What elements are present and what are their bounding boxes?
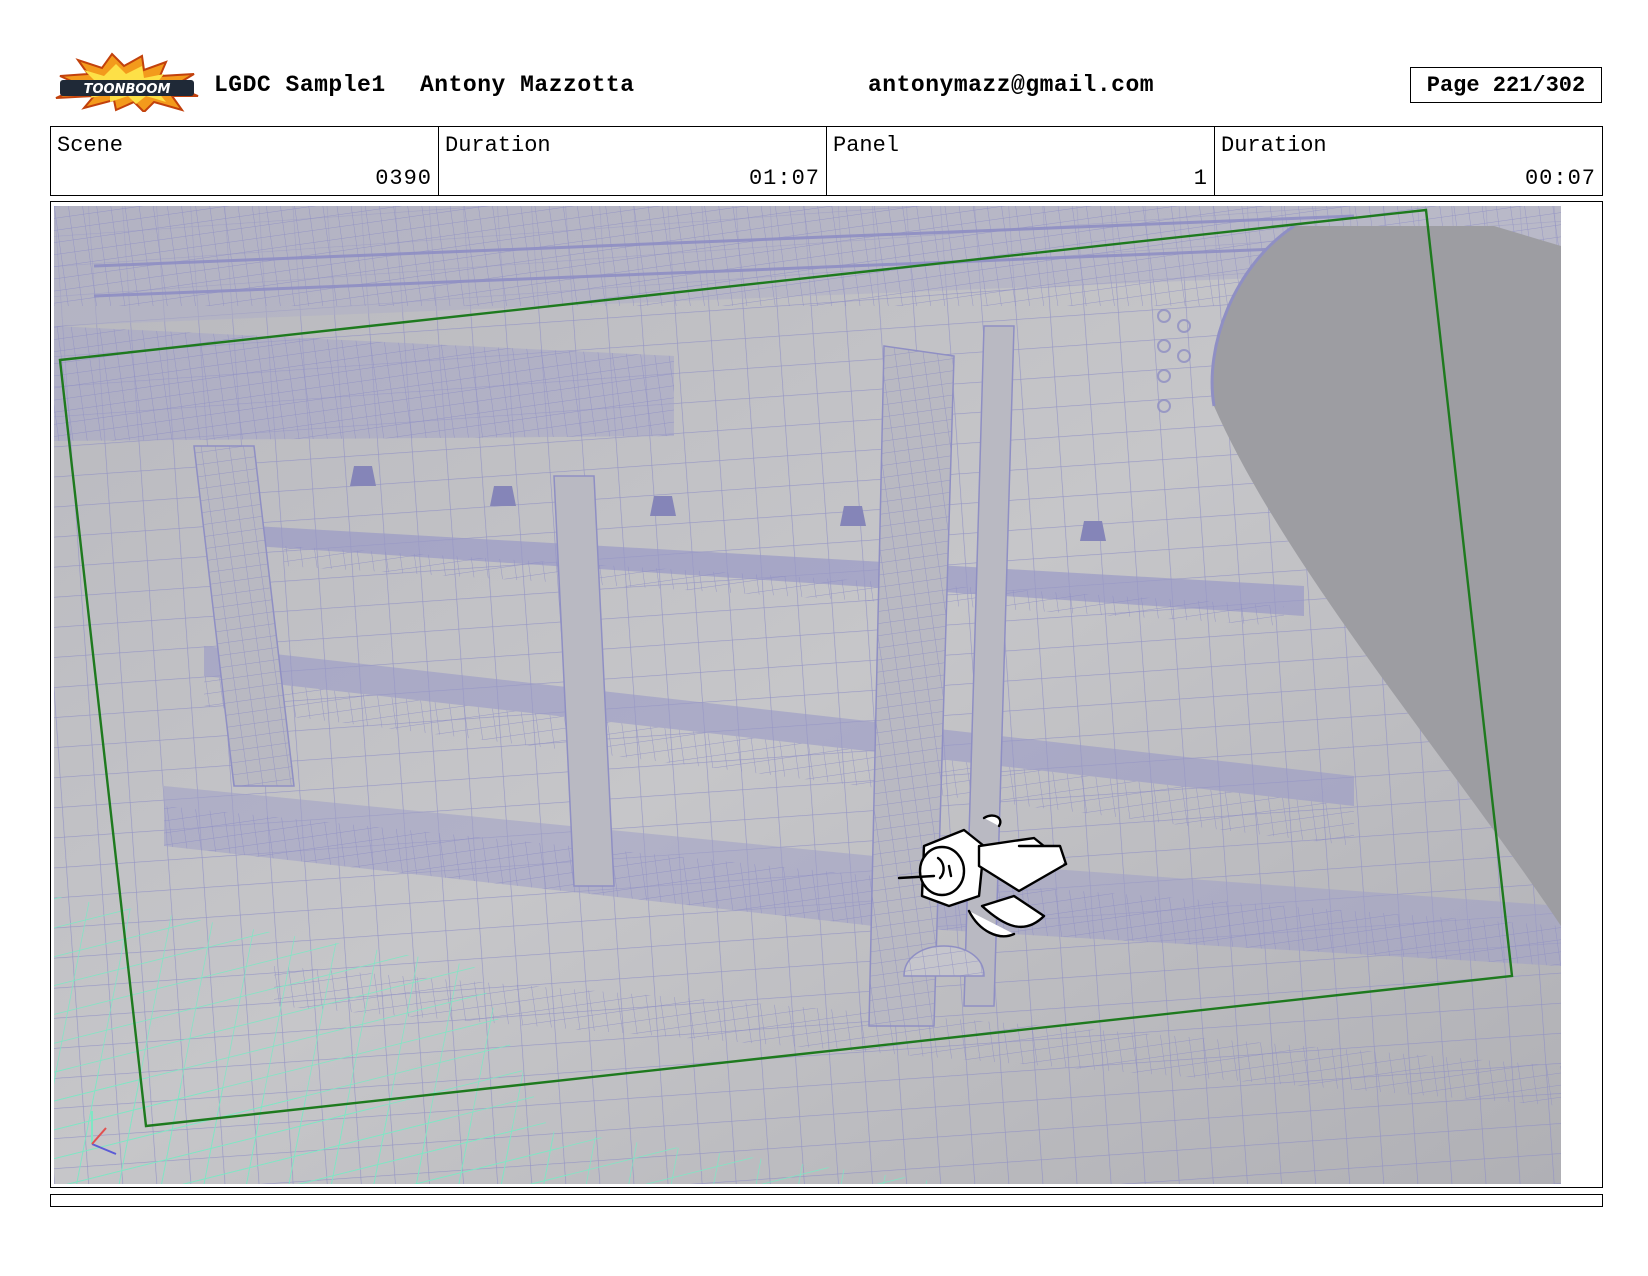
author-email: antonymazz@gmail.com: [868, 72, 1155, 98]
page-number: Page 221/302: [1410, 67, 1602, 103]
panel-label: Panel: [833, 133, 900, 158]
panel-duration-label: Duration: [1221, 133, 1327, 158]
panel-duration-value: 00:07: [1524, 166, 1596, 191]
project-name: LGDC Sample1: [214, 72, 386, 98]
scene-duration-cell: Duration 01:07: [438, 127, 826, 195]
panel-value: 1: [1193, 166, 1208, 191]
scene-label: Scene: [57, 133, 124, 158]
storyboard-panel-image: [54, 206, 1561, 1184]
scene-value: 0390: [375, 166, 432, 191]
scene-info-table: Scene 0390 Duration 01:07 Panel 1 Durati…: [50, 126, 1603, 196]
panel-caption-strip: [50, 1194, 1603, 1207]
scene-duration-value: 01:07: [748, 166, 820, 191]
panel-cell: Panel 1: [826, 127, 1214, 195]
panel-duration-cell: Duration 00:07: [1214, 127, 1602, 195]
author-name: Antony Mazzotta: [420, 72, 635, 98]
svg-text:TOONBOOM: TOONBOOM: [84, 82, 171, 97]
scene-cell: Scene 0390: [51, 127, 438, 195]
toonboom-logo: TOONBOOM: [55, 52, 199, 112]
scene-duration-label: Duration: [445, 133, 551, 158]
